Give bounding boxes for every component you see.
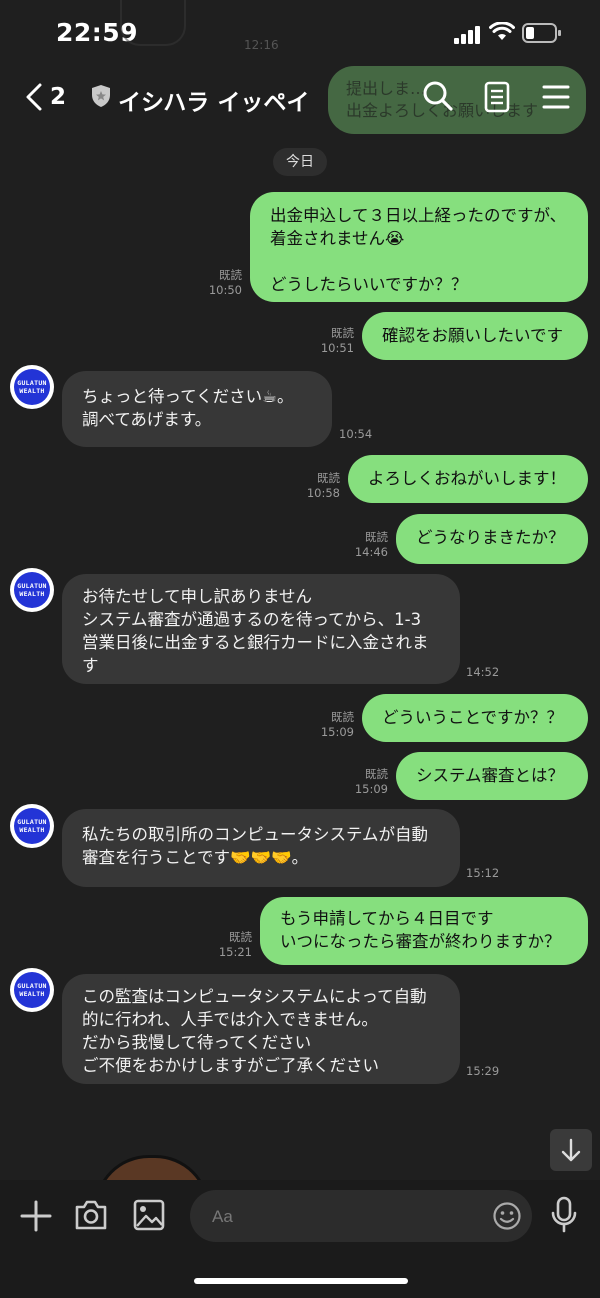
cellular-signal-icon: [454, 26, 480, 44]
message-meta: 既読 10:51: [308, 326, 354, 356]
avatar[interactable]: GULATUN WEALTH: [10, 804, 54, 848]
search-icon[interactable]: [422, 80, 454, 114]
message-bubble-outgoing[interactable]: システム審査とは？: [396, 752, 588, 800]
message-meta: 既読 10:58: [294, 471, 340, 501]
read-receipt: 既読: [365, 767, 388, 781]
message-bubble-incoming[interactable]: ちょっと待ってください☕。 調べてあげます。: [62, 371, 332, 447]
message-meta: 既読 14:46: [342, 530, 388, 560]
message-meta: 既読 15:09: [342, 767, 388, 797]
message-time: 14:52: [466, 665, 500, 679]
message-time: 15:29: [466, 1064, 500, 1078]
avatar-logo: GULATUN WEALTH: [14, 972, 50, 1008]
notes-icon[interactable]: [484, 80, 510, 114]
menu-icon[interactable]: [542, 80, 570, 114]
message-composer: [0, 1180, 600, 1298]
read-receipt: 既読: [317, 471, 340, 485]
avatar[interactable]: GULATUN WEALTH: [10, 968, 54, 1012]
message-input-container[interactable]: [190, 1190, 532, 1242]
message-time: 10:58: [306, 486, 340, 500]
message-bubble-incoming[interactable]: この監査はコンピュータシステムによって自動 的に行われ、人手では介入できません。…: [62, 974, 460, 1084]
message-bubble-outgoing[interactable]: どういうことですか？？: [362, 694, 588, 742]
read-receipt: 既読: [365, 530, 388, 544]
read-receipt: 既読: [331, 326, 354, 340]
message-meta: 既読 10:50: [196, 268, 242, 298]
message-bubble-outgoing[interactable]: よろしくおねがいします！: [348, 455, 588, 503]
message-input[interactable]: [210, 1202, 484, 1232]
avatar-logo: GULATUN WEALTH: [14, 572, 50, 608]
back-chevron-icon[interactable]: [22, 82, 44, 112]
read-receipt: 既読: [229, 930, 252, 944]
message-time: 15:12: [466, 866, 500, 880]
scroll-to-bottom-button[interactable]: [550, 1129, 592, 1171]
date-separator: 今日: [273, 148, 327, 176]
home-indicator[interactable]: [194, 1278, 408, 1284]
unread-count[interactable]: 2: [50, 84, 66, 110]
message-meta: 既読 15:09: [308, 710, 354, 740]
message-bubble-outgoing[interactable]: 出金申込して３日以上経ったのですが、 着金されません😭 どうしたらいいですか？？: [250, 192, 588, 302]
wifi-icon: [489, 22, 515, 40]
emoji-icon[interactable]: [492, 1201, 522, 1231]
message-time: 15:09: [354, 782, 388, 796]
microphone-icon[interactable]: [550, 1196, 578, 1234]
arrow-down-icon: [561, 1138, 581, 1162]
message-bubble-outgoing[interactable]: もう申請してから４日目です いつになったら審査が終わりますか？: [260, 897, 588, 965]
message-bubble-outgoing[interactable]: どうなりまきたか？: [396, 514, 588, 564]
image-icon[interactable]: [132, 1198, 166, 1232]
read-receipt: 既読: [219, 268, 242, 282]
status-bar: 22:59: [0, 0, 600, 64]
avatar-logo: GULATUN WEALTH: [14, 808, 50, 844]
message-time: 10:54: [339, 427, 373, 441]
plus-icon[interactable]: [18, 1198, 54, 1234]
message-time: 14:46: [354, 545, 388, 559]
camera-icon[interactable]: [74, 1198, 108, 1232]
avatar[interactable]: GULATUN WEALTH: [10, 568, 54, 612]
avatar[interactable]: GULATUN WEALTH: [10, 365, 54, 409]
read-receipt: 既読: [331, 710, 354, 724]
message-bubble-incoming[interactable]: 私たちの取引所のコンピュータシステムが自動 審査を行うことです🤝🤝🤝。: [62, 809, 460, 887]
background-sticker: [120, 0, 186, 46]
message-bubble-incoming[interactable]: お待たせして申し訳ありません システム審査が通過するのを待ってから、1-3 営業…: [62, 574, 460, 684]
message-meta: 既読 15:21: [206, 930, 252, 960]
battery-icon: [522, 23, 561, 43]
message-time: 15:21: [218, 945, 252, 959]
chat-header: 2 イシハラ イッペイ: [0, 64, 600, 134]
chat-title[interactable]: イシハラ イッペイ: [118, 83, 309, 117]
message-bubble-outgoing[interactable]: 確認をお願いしたいです: [362, 312, 588, 360]
message-time: 15:09: [320, 725, 354, 739]
background-timestamp: 12:16: [244, 38, 279, 52]
message-time: 10:51: [320, 341, 354, 355]
message-time: 10:50: [208, 283, 242, 297]
shield-icon: [92, 85, 110, 107]
avatar-logo: GULATUN WEALTH: [14, 369, 50, 405]
